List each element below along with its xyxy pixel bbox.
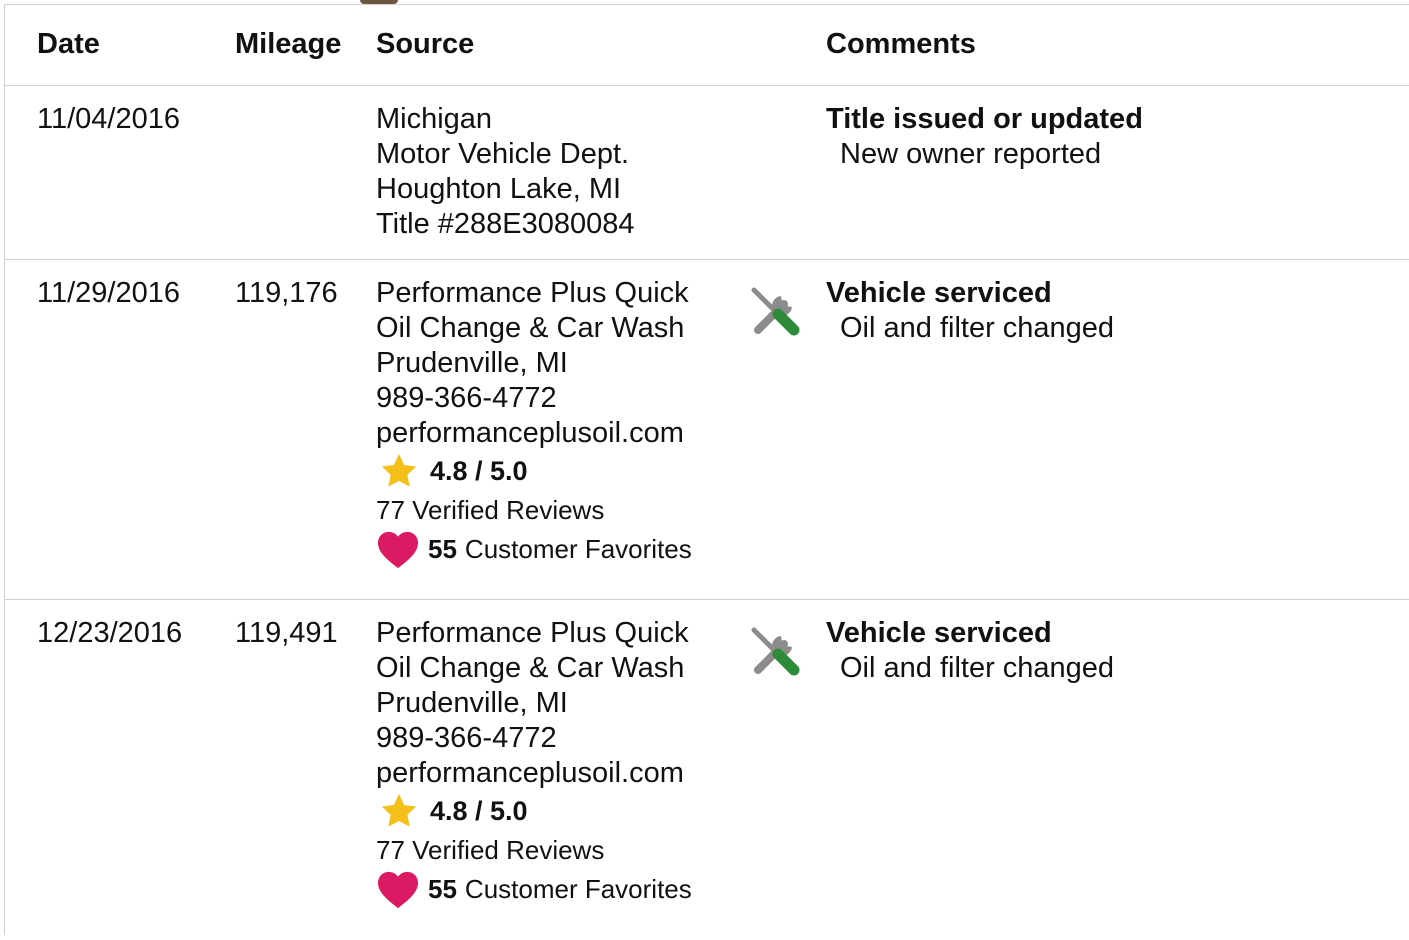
rating-value: 4.8 / 5.0: [430, 455, 528, 486]
table-header: Date Mileage Source Comments: [5, 5, 1409, 86]
source-line: 989-366-4772: [376, 722, 557, 754]
customer-favorites: 55 Customer Favorites: [376, 529, 692, 569]
comment-title: Vehicle serviced: [826, 617, 1052, 649]
favorites-count: 55: [428, 873, 457, 904]
heart-icon: [378, 871, 418, 909]
history-table: Date Mileage Source Comments 11/04/2016 …: [4, 4, 1409, 935]
verified-reviews-link[interactable]: 77 Verified Reviews: [376, 831, 692, 869]
table-row: 12/23/2016 119,491 Performance Plus Quic…: [5, 600, 1409, 940]
comment-title: Vehicle serviced: [826, 277, 1052, 309]
record-comments: Title issued or updated New owner report…: [826, 102, 1143, 172]
rating[interactable]: 4.8 / 5.0: [376, 451, 692, 491]
record-comments: Vehicle serviced Oil and filter changed: [826, 276, 1114, 346]
favorites-label: Customer Favorites: [464, 533, 692, 564]
source-website-link[interactable]: performanceplusoil.com: [376, 416, 692, 451]
customer-favorites: 55 Customer Favorites: [376, 869, 692, 909]
source-line: Michigan: [376, 103, 493, 135]
rating[interactable]: 4.8 / 5.0: [376, 791, 692, 831]
record-source: Michigan Motor Vehicle Dept. Houghton La…: [376, 102, 635, 242]
source-line: Performance Plus Quick: [376, 277, 689, 309]
favorites-count: 55: [428, 533, 457, 564]
verified-reviews-link[interactable]: 77 Verified Reviews: [376, 491, 692, 529]
source-line: Prudenville, MI: [376, 347, 568, 379]
source-line: Motor Vehicle Dept.: [376, 138, 630, 170]
header-comments: Comments: [826, 28, 976, 60]
record-date: 12/23/2016: [37, 617, 183, 649]
heart-icon: [378, 531, 418, 569]
source-line: Oil Change & Car Wash: [376, 312, 685, 344]
header-mileage: Mileage: [235, 28, 342, 60]
source-line: Prudenville, MI: [376, 687, 568, 719]
record-date: 11/29/2016: [37, 277, 180, 309]
comment-detail: Oil and filter changed: [840, 312, 1115, 344]
record-date: 11/04/2016: [37, 103, 180, 135]
source-line: 989-366-4772: [376, 382, 557, 414]
record-source: Performance Plus Quick Oil Change & Car …: [376, 616, 692, 909]
source-line: Houghton Lake, MI: [376, 173, 622, 205]
comment-detail: Oil and filter changed: [840, 652, 1115, 684]
table-row: 11/04/2016 Michigan Motor Vehicle Dept. …: [5, 86, 1409, 260]
header-source: Source: [376, 28, 475, 60]
header-date: Date: [37, 28, 100, 60]
star-icon: [381, 454, 417, 487]
rating-value: 4.8 / 5.0: [430, 795, 528, 826]
source-line: Oil Change & Car Wash: [376, 652, 685, 684]
record-mileage: 119,491: [235, 617, 338, 649]
source-website-link[interactable]: performanceplusoil.com: [376, 756, 692, 791]
comment-title: Title issued or updated: [826, 103, 1143, 135]
table-row: 11/29/2016 119,176 Performance Plus Quic…: [5, 260, 1409, 600]
service-tools-icon: [751, 627, 800, 676]
favorites-label: Customer Favorites: [464, 873, 692, 904]
star-icon: [381, 794, 417, 827]
source-line: Performance Plus Quick: [376, 617, 689, 649]
record-source: Performance Plus Quick Oil Change & Car …: [376, 276, 692, 569]
record-comments: Vehicle serviced Oil and filter changed: [826, 616, 1114, 686]
comment-detail: New owner reported: [840, 138, 1102, 170]
record-mileage: 119,176: [235, 277, 338, 309]
source-line: Title #288E3080084: [376, 208, 635, 240]
service-tools-icon: [751, 287, 800, 336]
